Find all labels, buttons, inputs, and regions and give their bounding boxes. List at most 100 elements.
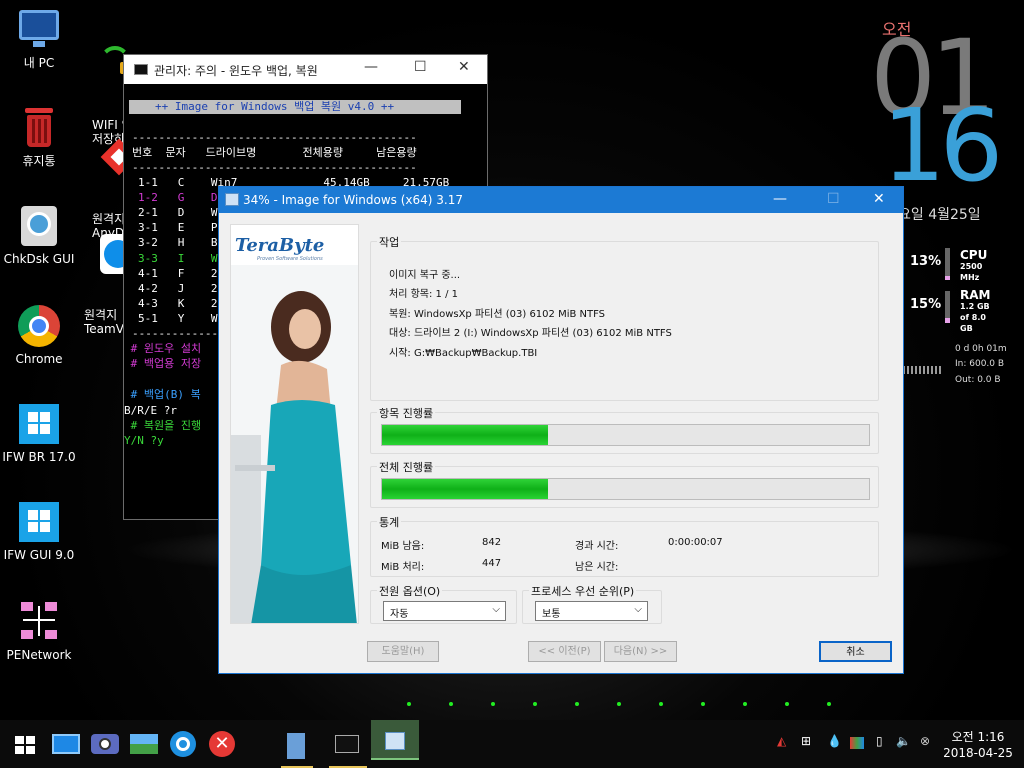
maximize-icon: ☐ xyxy=(827,191,840,207)
network-warning-icon[interactable]: ◭ xyxy=(777,734,786,748)
console-row: 4-1 F 250 xyxy=(138,266,231,280)
priority-value: 보통 xyxy=(542,609,561,620)
console-titlebar[interactable]: 관리자: 주의 - 윈도우 백업, 복원 — ☐ ✕ xyxy=(124,55,487,84)
ifw-task-icon[interactable] xyxy=(371,720,419,760)
close-icon[interactable]: ✕ xyxy=(458,59,470,75)
console-separator: ----------------------------------------… xyxy=(132,161,417,174)
desktop-icon-my-pc[interactable]: 내 PC xyxy=(0,8,78,70)
desktop-icon-label: IFW GUI 9.0 xyxy=(3,548,75,562)
help-button[interactable]: 도움말(H) xyxy=(367,641,439,662)
taskbar-time: 오전 1:16 xyxy=(951,730,1005,744)
desktop-icon-chrome[interactable]: Chrome xyxy=(0,304,78,366)
ram-level-bar xyxy=(945,291,950,323)
console-row: 4-3 K 250 xyxy=(138,296,231,310)
maximize-icon[interactable]: ☐ xyxy=(414,59,427,75)
terabyte-banner: TeraByte Proven Software Solutions xyxy=(230,224,359,624)
clock-date: 요일 4월25일 xyxy=(898,207,981,223)
total-progress-group: 전체 진행률 xyxy=(370,459,879,508)
stats-group: 통계 MiB 남음: 842 MiB 처리: 447 경과 시간: 0:00:0… xyxy=(370,514,879,577)
ram-percent: 15% xyxy=(910,297,942,312)
elapsed-time-label: 경과 시간: xyxy=(575,541,619,552)
console-task-icon[interactable] xyxy=(329,728,367,768)
windows-logo-icon xyxy=(17,500,61,544)
priority-select[interactable]: 보통 ⌵ xyxy=(535,601,648,621)
item-progress-label: 항목 진행률 xyxy=(377,405,436,421)
console-footer-line: # 윈도우 설치 xyxy=(124,342,202,355)
remaining-time-label: 남은 시간: xyxy=(575,562,619,573)
network-icon xyxy=(17,600,61,644)
task-group: 작업 이미지 복구 중... 처리 항목: 1 / 1 복원: WindowsX… xyxy=(370,234,879,401)
item-progress-fill xyxy=(382,425,548,445)
console-title: 관리자: 주의 - 윈도우 백업, 복원 xyxy=(154,64,318,78)
taskbar-date: 2018-04-25 xyxy=(943,746,1013,760)
desktop-icon-ifw-br[interactable]: IFW BR 17.0 xyxy=(0,402,78,464)
cpu-percent: 13% xyxy=(910,254,942,269)
close-circle-icon[interactable]: ⊗ xyxy=(920,734,930,748)
console-header: ++ Image for Windows 백업 복원 v4.0 ++ xyxy=(129,100,461,114)
image-viewer-icon[interactable] xyxy=(128,728,160,760)
console-columns: 번호 문자 드라이브명 전체용량 남은용량 xyxy=(132,146,417,159)
desktop-icon-ifw-gui[interactable]: IFW GUI 9.0 xyxy=(0,500,78,562)
taskbar: ✕ ◭ ⊞ 💧 ▯ 🔈 ⊗ 오전 1:16 2018-04-25 xyxy=(0,720,1024,768)
task-image-file: 시작: G:₩Backup₩Backup.TBI xyxy=(389,348,538,359)
droplet-icon[interactable]: 💧 xyxy=(827,734,842,748)
minimize-icon[interactable]: — xyxy=(773,191,787,207)
net-in: In: 600.0 B xyxy=(955,359,1005,369)
console-row: 3-3 I Wi xyxy=(138,251,225,265)
desktop-icon-label: ChkDsk GUI xyxy=(3,252,75,266)
ram-name: RAM xyxy=(960,288,991,302)
wallpaper-dots xyxy=(407,702,831,706)
usb-drive-icon[interactable]: ▯ xyxy=(876,734,883,748)
task-status: 이미지 복구 중... xyxy=(389,270,461,281)
priority-label: 프로세스 우선 순위(P) xyxy=(529,583,637,599)
explorer-task-icon[interactable] xyxy=(281,728,313,768)
desktop-shortcut-icon[interactable] xyxy=(50,728,82,760)
console-row: 3-1 E PE xyxy=(138,221,225,235)
console-row: 1-2 G Da xyxy=(138,191,225,205)
item-progress-group: 항목 진행률 xyxy=(370,405,879,454)
sync-icon[interactable] xyxy=(167,728,199,760)
cpu-name: CPU xyxy=(960,248,988,262)
ifw-dialog[interactable]: 34% - Image for Windows (x64) 3.17 — ☐ ✕… xyxy=(218,186,904,674)
desktop-icon-penetwork[interactable]: PENetwork xyxy=(0,600,78,662)
taskbar-clock[interactable]: 오전 1:16 2018-04-25 xyxy=(938,729,1018,761)
task-group-label: 작업 xyxy=(377,234,402,250)
desktop-icon-label: Chrome xyxy=(15,352,63,366)
cpu-detail: 2500 MHz xyxy=(960,262,983,282)
desktop-icon-chkdsk[interactable]: ChkDsk GUI xyxy=(0,204,78,266)
clock-minute: 16 xyxy=(882,87,1003,204)
start-button[interactable] xyxy=(10,728,42,760)
monitor-icon xyxy=(17,8,61,52)
next-button[interactable]: 다음(N) >> xyxy=(604,641,677,662)
power-options-select[interactable]: 자동 ⌵ xyxy=(383,601,506,621)
console-footer-line: # 백업용 저장 xyxy=(124,357,202,371)
total-progress-fill xyxy=(382,479,548,499)
console-footer-line: B/R/E ?r xyxy=(124,403,177,417)
desktop-icon-recycle-bin[interactable]: 휴지통 xyxy=(0,106,78,168)
total-progress-label: 전체 진행률 xyxy=(377,459,436,475)
cancel-button[interactable]: 취소 xyxy=(819,641,892,662)
brand-logo: TeraByte xyxy=(235,235,325,256)
net-out: Out: 0.0 B xyxy=(955,375,1001,385)
windows-logo-icon xyxy=(17,402,61,446)
volume-icon[interactable]: 🔈 xyxy=(896,734,911,748)
chevron-down-icon: ⌵ xyxy=(634,604,642,615)
console-footer-line: # 복원을 진행 xyxy=(124,419,202,432)
cpu-meter: 13% CPU 2500 MHz xyxy=(910,248,987,282)
console-row: 3-2 H Bac xyxy=(138,236,231,250)
camera-app-icon[interactable] xyxy=(89,728,121,760)
desktop-icon-label: PENetwork xyxy=(6,648,72,662)
color-icon[interactable] xyxy=(850,737,864,749)
task-item-count: 처리 항목: 1 / 1 xyxy=(389,289,458,300)
task-source: 복원: WindowsXp 파티션 (03) 6102 MiB NTFS xyxy=(389,309,606,320)
net-uptime: 0 d 0h 01m xyxy=(955,344,1007,354)
minimize-icon[interactable]: — xyxy=(364,59,378,75)
close-icon[interactable]: ✕ xyxy=(873,191,885,207)
disk-check-icon xyxy=(17,204,61,248)
desktop-icon-label: IFW BR 17.0 xyxy=(2,450,76,464)
dialog-titlebar[interactable]: 34% - Image for Windows (x64) 3.17 — ☐ ✕ xyxy=(219,187,903,213)
back-button[interactable]: << 이전(P) xyxy=(528,641,601,662)
stop-icon[interactable]: ✕ xyxy=(206,728,238,760)
network-icon[interactable]: ⊞ xyxy=(801,734,811,748)
brand-tagline: Proven Software Solutions xyxy=(257,256,323,262)
